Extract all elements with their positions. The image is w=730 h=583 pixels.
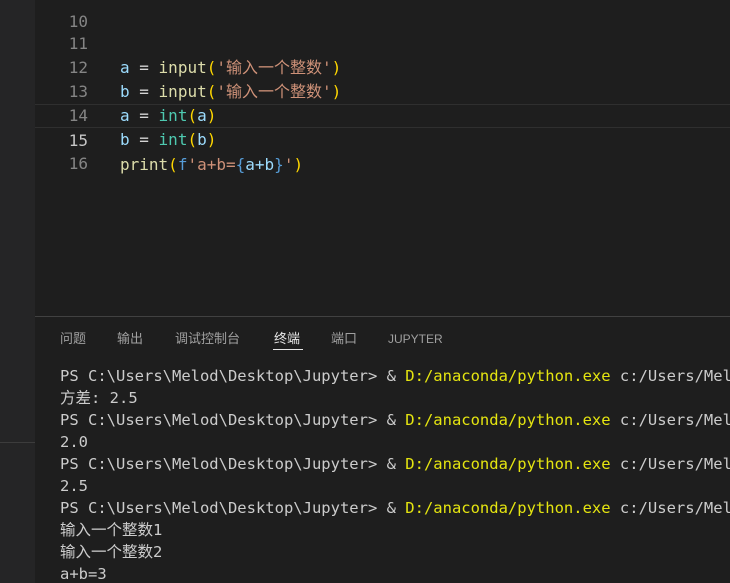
terminal-output-line: 方差: 2.5 xyxy=(60,389,138,407)
tab-problems[interactable]: 问题 xyxy=(60,330,86,348)
tab-terminal[interactable]: 终端 xyxy=(274,330,300,348)
terminal-output-line: 2.5 xyxy=(60,477,88,495)
active-tab-indicator xyxy=(273,349,303,350)
tab-jupyter[interactable]: JUPYTER xyxy=(388,330,443,348)
code-line-current: 15 print(f'a+b={a+b}') xyxy=(35,104,730,174)
terminal-command-line: PS C:\Users\Melod\Desktop\Jupyter> & D:/… xyxy=(60,411,730,429)
activity-bar xyxy=(0,0,35,583)
code-line: 11 a = input('输入一个整数') xyxy=(35,8,730,77)
tab-output[interactable]: 输出 xyxy=(117,330,143,348)
code-line: 13 a = int(a) xyxy=(35,56,730,125)
bottom-panel: 问题 输出 调试控制台 终端 端口 JUPYTER PS C:\Users\Me… xyxy=(35,316,730,583)
panel-tabs: 问题 输出 调试控制台 终端 端口 JUPYTER xyxy=(35,317,730,363)
terminal-command-line: PS C:\Users\Melod\Desktop\Jupyter> & D:/… xyxy=(60,455,730,473)
code-line: 12 b = input('输入一个整数') xyxy=(35,32,730,101)
tab-ports[interactable]: 端口 xyxy=(331,330,357,348)
code-editor[interactable]: 10 11 a = input('输入一个整数') 12 b = input('… xyxy=(35,0,730,316)
line-number: 16 xyxy=(68,154,88,173)
code-line: 16 xyxy=(35,128,730,173)
terminal-command-line: PS C:\Users\Melod\Desktop\Jupyter> & D:/… xyxy=(60,367,730,385)
terminal-command-line: PS C:\Users\Melod\Desktop\Jupyter> & D:/… xyxy=(60,499,730,517)
terminal-output-line: 输入一个整数1 xyxy=(60,521,163,539)
terminal-output-line: 2.0 xyxy=(60,433,88,451)
terminal-output-line: 输入一个整数2 xyxy=(60,543,163,561)
tab-debug-console[interactable]: 调试控制台 xyxy=(175,330,240,348)
activity-divider xyxy=(0,442,35,443)
terminal-output-line: a+b=3 xyxy=(60,565,107,583)
code-line: 14 b = int(b) xyxy=(35,80,730,149)
